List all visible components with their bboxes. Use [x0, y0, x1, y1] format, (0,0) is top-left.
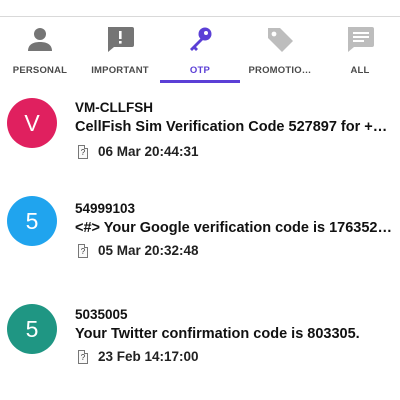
tab-label: PROMOTIO…: [248, 65, 312, 76]
timestamp: 06 Mar 20:44:31: [98, 144, 199, 159]
tab-label: ALL: [350, 65, 370, 76]
tab-label: IMPORTANT: [91, 65, 149, 76]
avatar: 5: [7, 196, 57, 246]
list-item[interactable]: 5 54999103 <#> Your Google verification …: [0, 188, 400, 288]
tab-important[interactable]: IMPORTANT: [80, 17, 160, 83]
timestamp: 23 Feb 14:17:00: [98, 349, 199, 364]
tab-personal[interactable]: PERSONAL: [0, 17, 80, 83]
tab-otp[interactable]: OTP: [160, 17, 240, 83]
message-preview: <#> Your Google verification code is 176…: [75, 220, 392, 236]
message-preview: Your Twitter confirmation code is 803305…: [75, 326, 360, 342]
tag-icon: [268, 28, 293, 52]
list-item[interactable]: 5 5035005 Your Twitter confirmation code…: [0, 290, 400, 390]
tab-label: PERSONAL: [12, 65, 68, 76]
message-icon: [348, 27, 374, 52]
sim-card-icon: ?: [78, 145, 88, 159]
tab-label: OTP: [189, 65, 211, 76]
sender-name: VM-CLLFSH: [75, 100, 153, 115]
timestamp: 05 Mar 20:32:48: [98, 243, 199, 258]
avatar: 5: [7, 304, 57, 354]
sender-name: 5035005: [75, 307, 128, 322]
sender-name: 54999103: [75, 201, 136, 216]
message-preview: CellFish Sim Verification Code 527897 fo…: [75, 119, 395, 135]
tab-all[interactable]: ALL: [320, 17, 400, 83]
sim-card-icon: ?: [78, 350, 88, 364]
key-icon: [190, 27, 212, 51]
category-tab-bar: PERSONAL IMPORTANT OTP PROMOTIO… ALL: [0, 17, 400, 83]
sim-card-icon: ?: [78, 244, 88, 258]
avatar: V: [7, 98, 57, 148]
tab-promotions[interactable]: PROMOTIO…: [240, 17, 320, 83]
important-message-icon: [108, 27, 134, 52]
person-icon: [28, 28, 52, 51]
list-item[interactable]: V VM-CLLFSH CellFish Sim Verification Co…: [0, 85, 400, 185]
